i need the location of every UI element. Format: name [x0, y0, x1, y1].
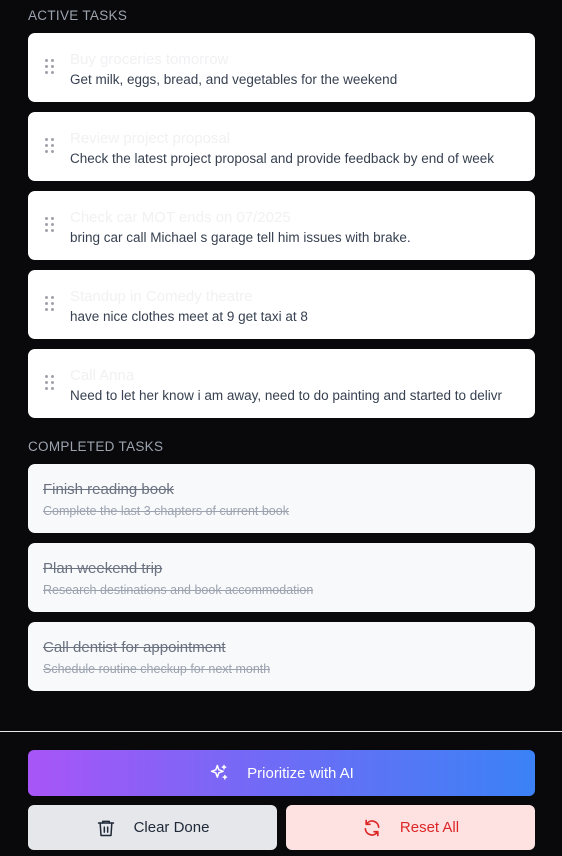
section-label-active: ACTIVE TASKS	[28, 8, 128, 23]
active-task-card[interactable]: Buy groceries tomorrow Get milk, eggs, b…	[28, 33, 535, 102]
task-description: have nice clothes meet at 9 get taxi at …	[70, 309, 308, 324]
task-title: Standup in Comedy theatre	[70, 288, 253, 305]
sparkles-icon	[209, 763, 229, 783]
task-title: Finish reading book	[43, 481, 174, 498]
prioritize-label: Prioritize with AI	[247, 764, 354, 782]
footer-divider	[0, 731, 562, 732]
task-description: Need to let her know i am away, need to …	[70, 388, 503, 403]
clear-done-label: Clear Done	[133, 819, 210, 836]
drag-handle-icon[interactable]	[44, 216, 56, 234]
task-description: Complete the last 3 chapters of current …	[43, 504, 289, 518]
trash-icon	[96, 818, 116, 838]
refresh-icon	[362, 818, 382, 838]
task-title: Review project proposal	[70, 130, 231, 147]
reset-all-button[interactable]: Reset All	[286, 805, 535, 850]
clear-done-button[interactable]: Clear Done	[28, 805, 277, 850]
task-title: Buy groceries tomorrow	[70, 51, 229, 68]
active-task-card[interactable]: Call Anna Need to let her know i am away…	[28, 349, 535, 418]
prioritize-ai-button[interactable]: Prioritize with AI	[28, 750, 535, 796]
task-title: Call Anna	[70, 367, 135, 384]
reset-all-label: Reset All	[399, 819, 460, 836]
completed-task-card[interactable]: Finish reading book Complete the last 3 …	[28, 464, 535, 533]
section-label-completed: COMPLETED TASKS	[28, 439, 164, 454]
completed-task-card[interactable]: Call dentist for appointment Schedule ro…	[28, 622, 535, 691]
drag-handle-icon[interactable]	[44, 374, 56, 392]
active-task-card[interactable]: Review project proposal Check the latest…	[28, 112, 535, 181]
drag-handle-icon[interactable]	[44, 58, 56, 76]
task-title: Plan weekend trip	[43, 560, 163, 577]
task-description: Check the latest project proposal and pr…	[70, 151, 495, 166]
task-description: bring car call Michael s garage tell him…	[70, 230, 411, 245]
task-title: Check car MOT ends on 07/2025	[70, 209, 291, 226]
task-description: Get milk, eggs, bread, and vegetables fo…	[70, 72, 398, 87]
active-task-card[interactable]: Standup in Comedy theatre have nice clot…	[28, 270, 535, 339]
active-task-card[interactable]: Check car MOT ends on 07/2025 bring car …	[28, 191, 535, 260]
task-description: Research destinations and book accommoda…	[43, 583, 314, 597]
task-title: Call dentist for appointment	[43, 639, 226, 656]
task-description: Schedule routine checkup for next month	[43, 662, 271, 676]
completed-task-card[interactable]: Plan weekend trip Research destinations …	[28, 543, 535, 612]
drag-handle-icon[interactable]	[44, 137, 56, 155]
drag-handle-icon[interactable]	[44, 295, 56, 313]
